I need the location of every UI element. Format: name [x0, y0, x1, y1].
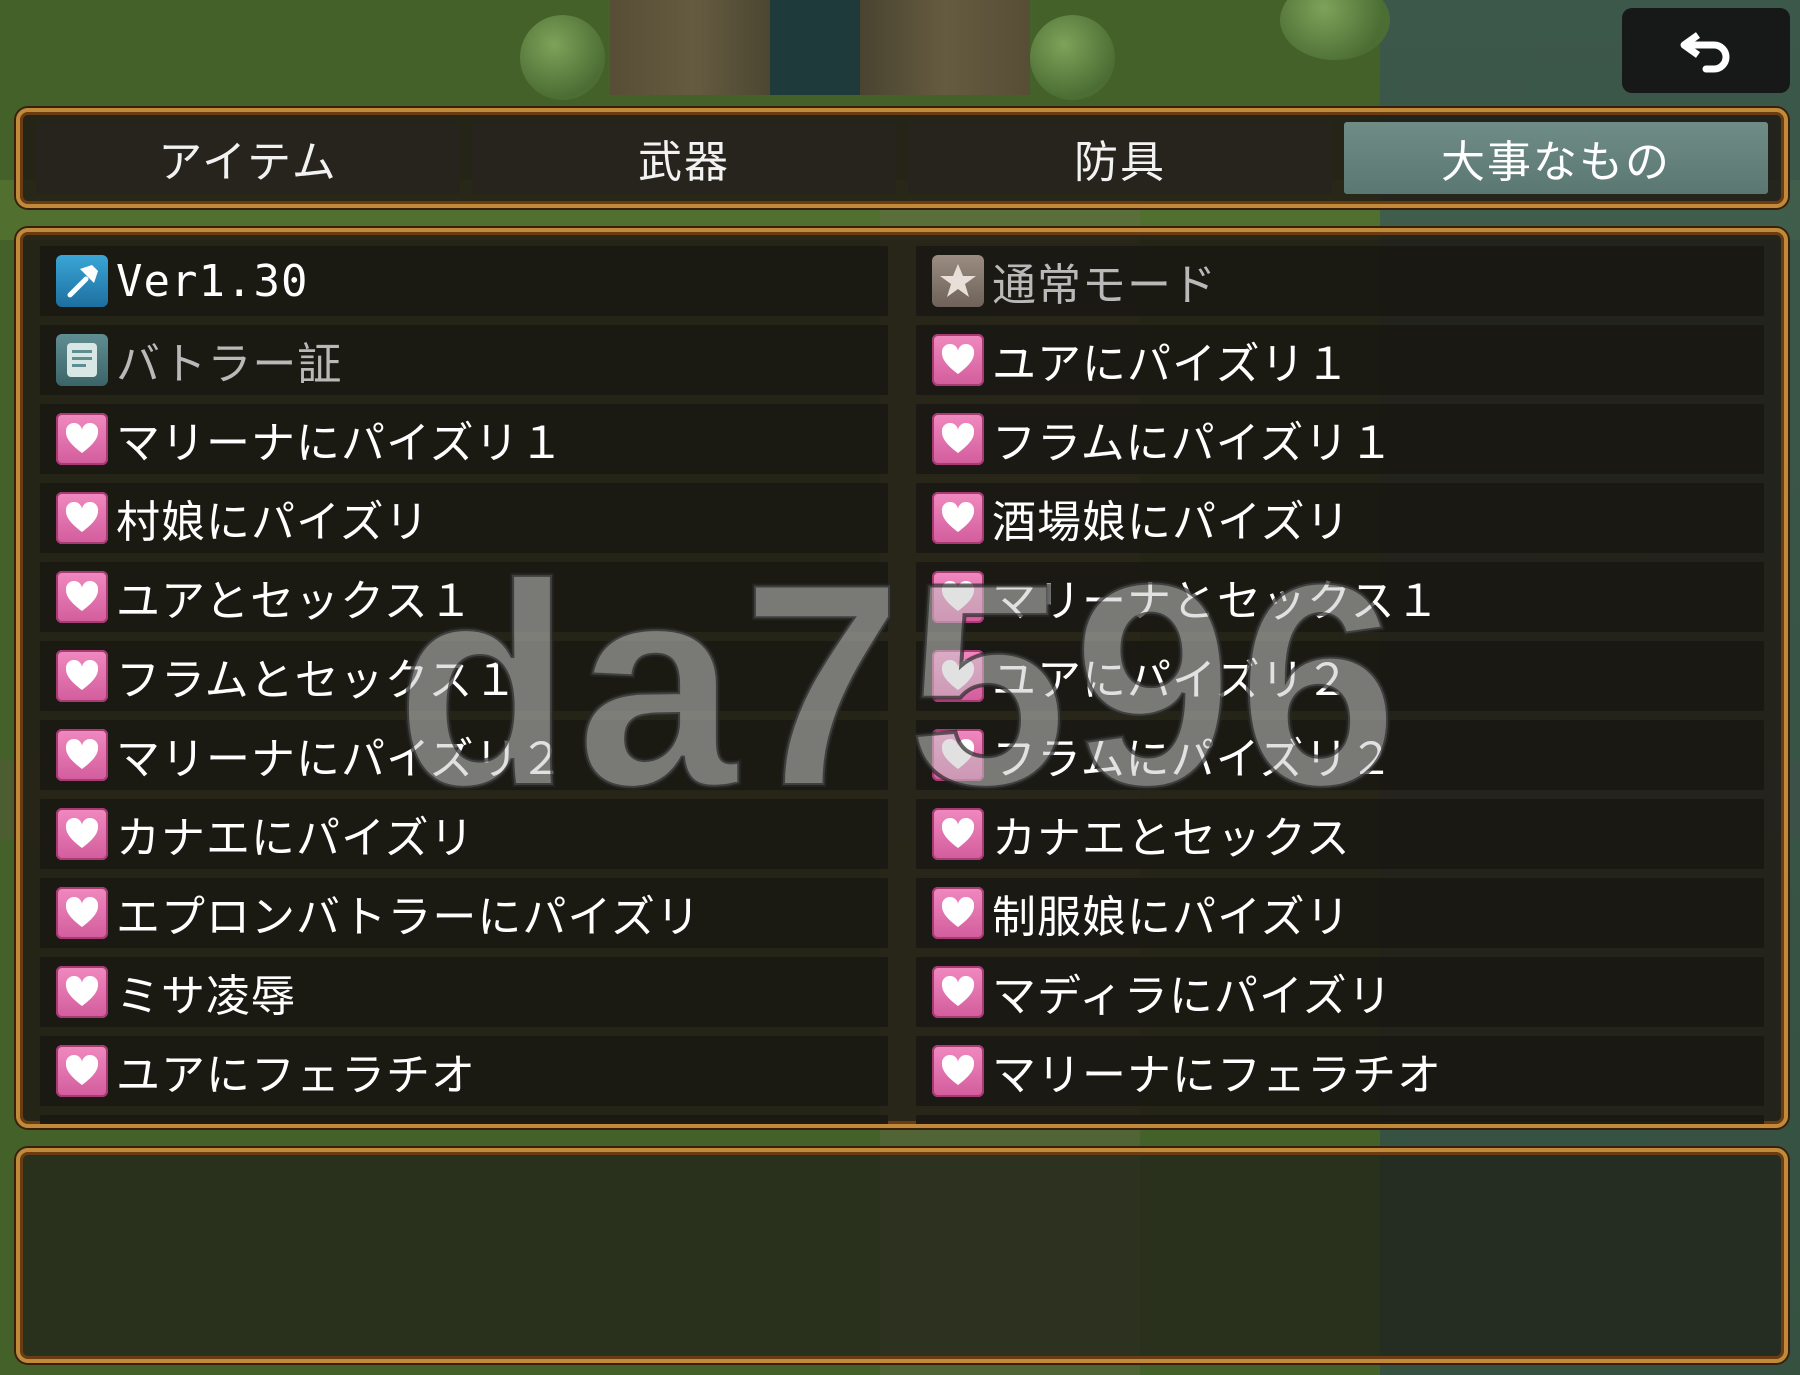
item-label: フラムにパイズリ１	[992, 418, 1395, 469]
tree	[1030, 15, 1115, 100]
heart-icon	[56, 808, 108, 860]
tab-armor[interactable]: 防具	[908, 122, 1332, 194]
star-icon	[932, 255, 984, 307]
tab-weapons[interactable]: 武器	[472, 122, 896, 194]
list-item[interactable]: エプロンバトラーにパイズリ	[40, 878, 888, 948]
list-item[interactable]: フラムにパイズリ１	[916, 404, 1764, 474]
description-text	[20, 1152, 1784, 1192]
item-label: ユアにパイズリ２	[992, 655, 1351, 706]
list-item[interactable]: マリーナにパイズリ１	[40, 404, 888, 474]
heart-icon	[932, 966, 984, 1018]
heart-icon	[932, 413, 984, 465]
heart-icon	[932, 650, 984, 702]
list-item[interactable]: ユアとセックス１	[40, 562, 888, 632]
heart-icon	[56, 966, 108, 1018]
heart-icon	[932, 887, 984, 939]
tree	[520, 15, 605, 100]
item-label: マリーナにパイズリ２	[116, 734, 565, 785]
heart-icon	[56, 571, 108, 623]
item-label: ミサ凌辱	[116, 971, 296, 1022]
list-item[interactable]: 制服娘にパイズリ	[916, 878, 1764, 948]
tab-items[interactable]: アイテム	[36, 122, 460, 194]
heart-icon	[56, 887, 108, 939]
item-label: マリーナにフェラチオ	[992, 1050, 1442, 1101]
heart-icon	[932, 334, 984, 386]
item-label: フラムにパイズリ２	[992, 734, 1395, 785]
description-window	[16, 1148, 1788, 1363]
card-icon	[56, 334, 108, 386]
list-item[interactable]: カナエにパイズリ	[40, 799, 888, 869]
list-item[interactable]: フラムにパイズリ２	[916, 720, 1764, 790]
item-label: 通常モード	[992, 260, 1217, 311]
heart-icon	[56, 413, 108, 465]
list-item[interactable]: ユアにフェラチオ	[40, 1036, 888, 1106]
tab-key-items[interactable]: 大事なもの	[1344, 122, 1768, 194]
item-label: バトラー証	[116, 339, 343, 390]
item-label: マリーナとセックス１	[992, 576, 1441, 627]
item-label: カナエにパイズリ	[116, 813, 475, 864]
list-item[interactable]: マリーナにパイズリ２	[40, 720, 888, 790]
heart-icon	[932, 1124, 984, 1128]
heart-icon	[56, 729, 108, 781]
item-label: 酒場娘にパイズリ	[992, 497, 1351, 548]
item-grid: Ver1.30 通常モードバトラー証 ユアにパイズリ１ マリーナにパイズリ１ フラムにパ…	[40, 246, 1764, 1128]
item-label: 村娘にパイズリ	[116, 497, 430, 548]
list-item[interactable]: Ver1.30	[40, 246, 888, 316]
list-item[interactable]: 通常モード	[916, 246, 1764, 316]
heart-icon	[56, 650, 108, 702]
category-tab-bar: アイテム 武器 防具 大事なもの	[16, 108, 1788, 208]
item-label: ユアにパイズリ１	[992, 339, 1351, 390]
list-item-partial[interactable]	[40, 1115, 888, 1128]
return-arrow-icon	[1680, 31, 1730, 72]
item-label: マリーナにパイズリ１	[116, 418, 565, 469]
house-door	[770, 0, 860, 95]
list-item[interactable]: マリーナにフェラチオ	[916, 1036, 1764, 1106]
item-label: フラムとセックス１	[116, 655, 519, 706]
list-item[interactable]: 村娘にパイズリ	[40, 483, 888, 553]
hammer-icon	[56, 255, 108, 307]
heart-icon	[932, 492, 984, 544]
list-item-partial[interactable]	[916, 1115, 1764, 1128]
list-item[interactable]: バトラー証	[40, 325, 888, 395]
heart-icon	[932, 729, 984, 781]
item-label: Ver1.30	[116, 255, 309, 307]
item-label: エプロンバトラーにパイズリ	[116, 892, 701, 943]
item-list-window: Ver1.30 通常モードバトラー証 ユアにパイズリ１ マリーナにパイズリ１ フラムにパ…	[16, 228, 1788, 1128]
list-item[interactable]: マリーナとセックス１	[916, 562, 1764, 632]
heart-icon	[56, 492, 108, 544]
item-label: ユアとセックス１	[116, 576, 474, 627]
list-item[interactable]: カナエとセックス	[916, 799, 1764, 869]
list-item[interactable]: フラムとセックス１	[40, 641, 888, 711]
item-label: ユアにフェラチオ	[116, 1050, 476, 1101]
list-item[interactable]: ユアにパイズリ２	[916, 641, 1764, 711]
heart-icon	[932, 571, 984, 623]
item-label: カナエとセックス	[992, 813, 1351, 864]
list-item[interactable]: 酒場娘にパイズリ	[916, 483, 1764, 553]
heart-icon	[56, 1124, 108, 1128]
heart-icon	[932, 1045, 984, 1097]
item-label: 制服娘にパイズリ	[992, 892, 1351, 943]
heart-icon	[56, 1045, 108, 1097]
item-label: マディラにパイズリ	[992, 971, 1393, 1022]
heart-icon	[932, 808, 984, 860]
back-button[interactable]	[1622, 8, 1790, 93]
list-item[interactable]: ユアにパイズリ１	[916, 325, 1764, 395]
list-item[interactable]: ミサ凌辱	[40, 957, 888, 1027]
list-item[interactable]: マディラにパイズリ	[916, 957, 1764, 1027]
